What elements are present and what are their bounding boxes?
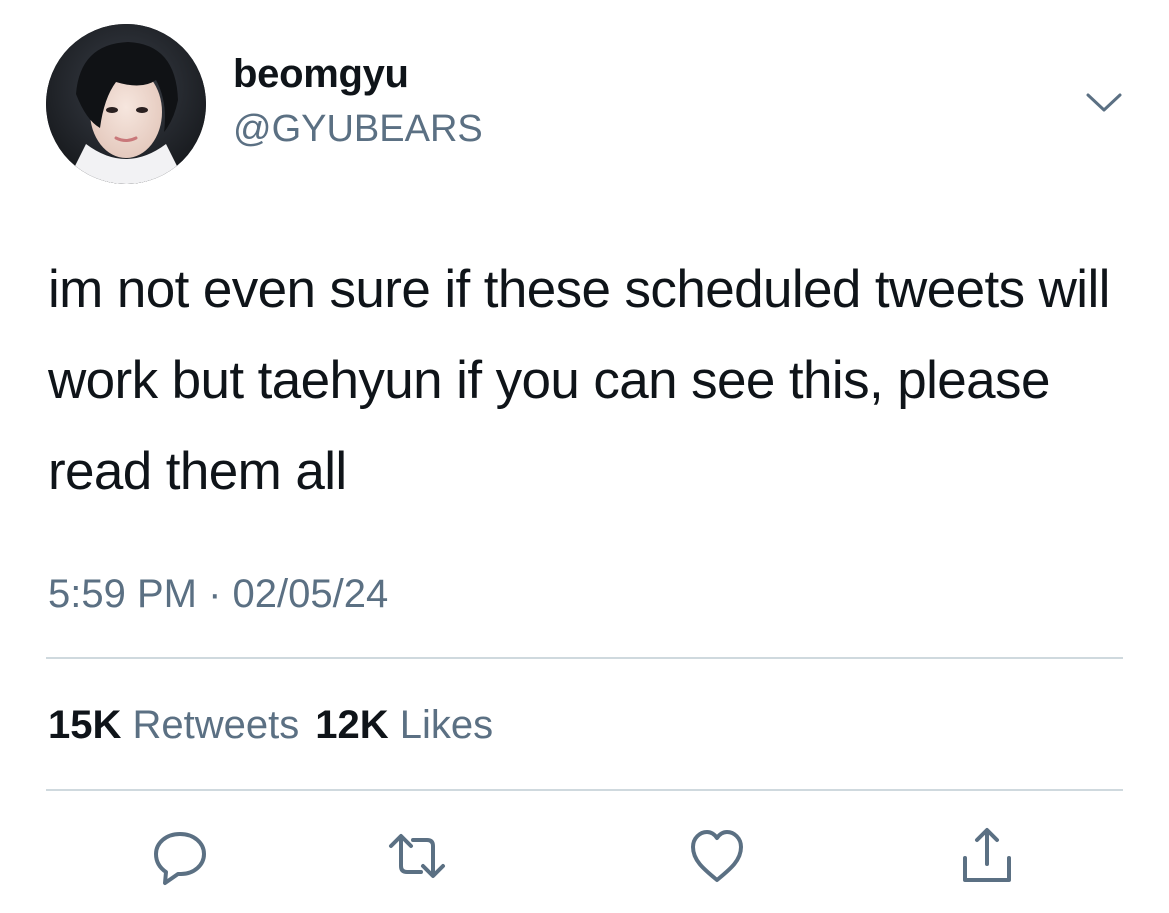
like-button[interactable] [685, 824, 749, 888]
timestamp-separator: · [208, 572, 222, 616]
share-button[interactable] [955, 824, 1019, 888]
retweets-count: 15K [48, 703, 122, 747]
engagement-stats: 15K Retweets 12K Likes [48, 703, 493, 748]
avatar[interactable] [46, 24, 206, 184]
chevron-down-icon[interactable] [1084, 90, 1124, 116]
tweet-date: 02/05/24 [232, 572, 389, 616]
divider [46, 657, 1123, 659]
tweet-text: im not even sure if these scheduled twee… [48, 260, 1110, 501]
likes-stat[interactable]: 12K Likes [315, 703, 493, 747]
username-handle[interactable]: @GYUBEARS [233, 108, 483, 151]
profile-photo-icon [46, 24, 206, 184]
likes-label: Likes [399, 703, 494, 747]
retweets-label: Retweets [132, 703, 300, 747]
speech-bubble-icon [154, 832, 206, 885]
tweet-time: 5:59 PM [48, 572, 197, 616]
retweets-stat[interactable]: 15K Retweets [48, 703, 299, 747]
timestamp[interactable]: 5:59 PM · 02/05/24 [48, 572, 388, 617]
retweet-arrows-icon [389, 834, 445, 878]
share-upload-icon [963, 828, 1011, 882]
divider [46, 789, 1123, 791]
retweet-button[interactable] [385, 824, 449, 888]
likes-count: 12K [315, 703, 389, 747]
reply-button[interactable] [148, 824, 212, 888]
display-name[interactable]: beomgyu [233, 52, 409, 97]
heart-icon [691, 830, 743, 882]
